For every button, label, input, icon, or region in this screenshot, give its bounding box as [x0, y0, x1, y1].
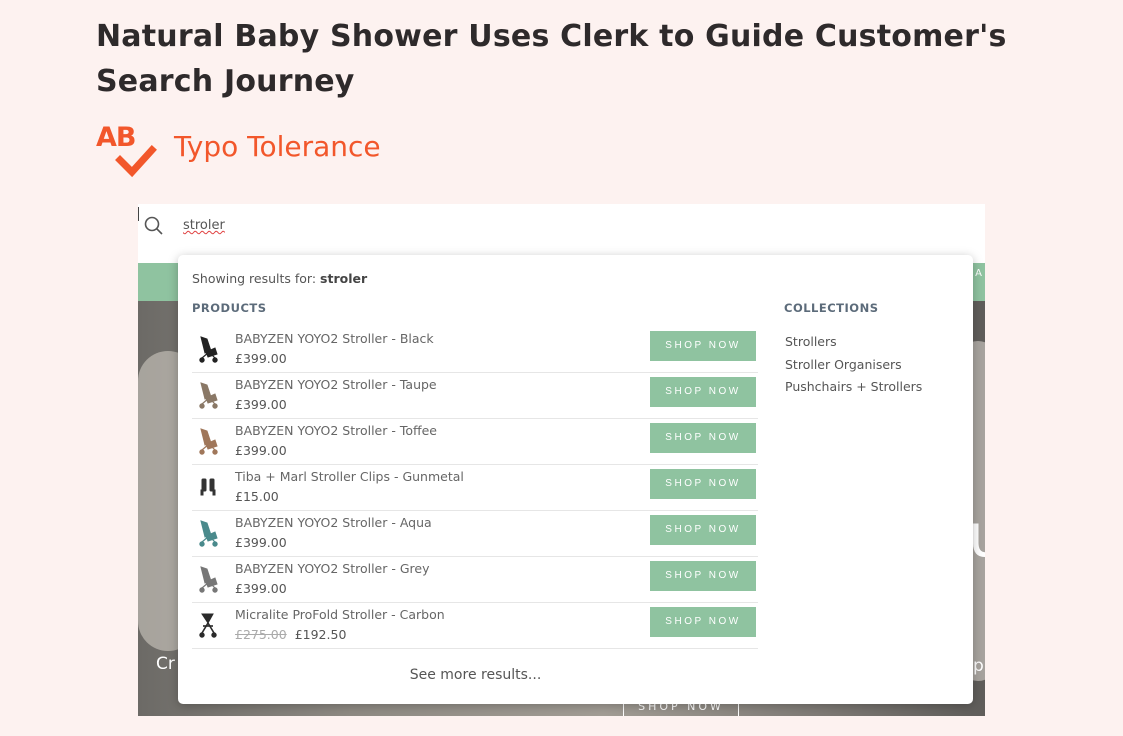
product-name[interactable]: BABYZEN YOYO2 Stroller - Grey [235, 561, 429, 576]
product-row[interactable]: Tiba + Marl Stroller Clips - Gunmetal £1… [192, 465, 758, 511]
shop-now-button[interactable]: SHOP NOW [650, 515, 756, 545]
hero-right-text: p [973, 656, 984, 676]
collections-list: Strollers Stroller Organisers Pushchairs… [785, 331, 922, 399]
product-name[interactable]: BABYZEN YOYO2 Stroller - Taupe [235, 377, 437, 392]
hero-left-text: Cr [156, 654, 175, 674]
product-price: £15.00 [235, 489, 279, 504]
shop-now-button[interactable]: SHOP NOW [650, 423, 756, 453]
product-name[interactable]: Micralite ProFold Stroller - Carbon [235, 607, 445, 622]
search-results-dropdown: Showing results for: stroler PRODUCTS CO… [178, 255, 973, 704]
stroller-clips-thumbnail-icon [200, 478, 216, 496]
showing-term: stroler [320, 271, 368, 286]
product-price: £399.00 [235, 581, 287, 596]
product-price: £275.00 £192.50 [235, 627, 347, 642]
product-name[interactable]: BABYZEN YOYO2 Stroller - Aqua [235, 515, 432, 530]
stroller-thumbnail-icon [199, 520, 218, 547]
shop-now-button[interactable]: SHOP NOW [650, 377, 756, 407]
product-price: £399.00 [235, 443, 287, 458]
collection-link-strollers[interactable]: Strollers [785, 331, 922, 354]
stroller-thumbnail-icon [199, 336, 218, 363]
page-heading: Natural Baby Shower Uses Clerk to Guide … [96, 19, 1007, 99]
stroller-thumbnail-icon [199, 428, 218, 455]
shop-now-button[interactable]: SHOP NOW [650, 331, 756, 361]
see-more-results-link[interactable]: See more results... [178, 667, 773, 683]
stroller-thumbnail-icon [199, 382, 218, 409]
product-row[interactable]: Micralite ProFold Stroller - Carbon £275… [192, 603, 758, 649]
shop-now-button[interactable]: SHOP NOW [650, 561, 756, 591]
product-name[interactable]: BABYZEN YOYO2 Stroller - Toffee [235, 423, 437, 438]
product-row[interactable]: BABYZEN YOYO2 Stroller - Toffee £399.00 … [192, 419, 758, 465]
collections-heading: COLLECTIONS [784, 301, 879, 315]
shop-now-button[interactable]: SHOP NOW [650, 607, 756, 637]
product-price: £399.00 [235, 535, 287, 550]
products-heading: PRODUCTS [192, 301, 267, 315]
product-row[interactable]: BABYZEN YOYO2 Stroller - Aqua £399.00 SH… [192, 511, 758, 557]
showing-results: Showing results for: stroler [192, 271, 368, 286]
product-row[interactable]: BABYZEN YOYO2 Stroller - Black £399.00 S… [192, 327, 758, 373]
ab-check-icon: AB [96, 122, 160, 180]
shop-now-button[interactable]: SHOP NOW [650, 469, 756, 499]
feature-title: Typo Tolerance [174, 130, 381, 163]
stroller-thumbnail-icon [199, 613, 217, 638]
product-list: BABYZEN YOYO2 Stroller - Black £399.00 S… [192, 327, 758, 649]
product-row[interactable]: BABYZEN YOYO2 Stroller - Grey £399.00 SH… [192, 557, 758, 603]
product-name[interactable]: BABYZEN YOYO2 Stroller - Black [235, 331, 434, 346]
stroller-thumbnail-icon [199, 566, 218, 593]
product-price: £399.00 [235, 351, 287, 366]
feature-typo-tolerance: AB Typo Tolerance [96, 122, 381, 180]
product-row[interactable]: BABYZEN YOYO2 Stroller - Taupe £399.00 S… [192, 373, 758, 419]
collection-link-pushchairs-strollers[interactable]: Pushchairs + Strollers [785, 376, 922, 399]
collection-link-stroller-organisers[interactable]: Stroller Organisers [785, 354, 922, 377]
product-price: £399.00 [235, 397, 287, 412]
product-name[interactable]: Tiba + Marl Stroller Clips - Gunmetal [235, 469, 464, 484]
